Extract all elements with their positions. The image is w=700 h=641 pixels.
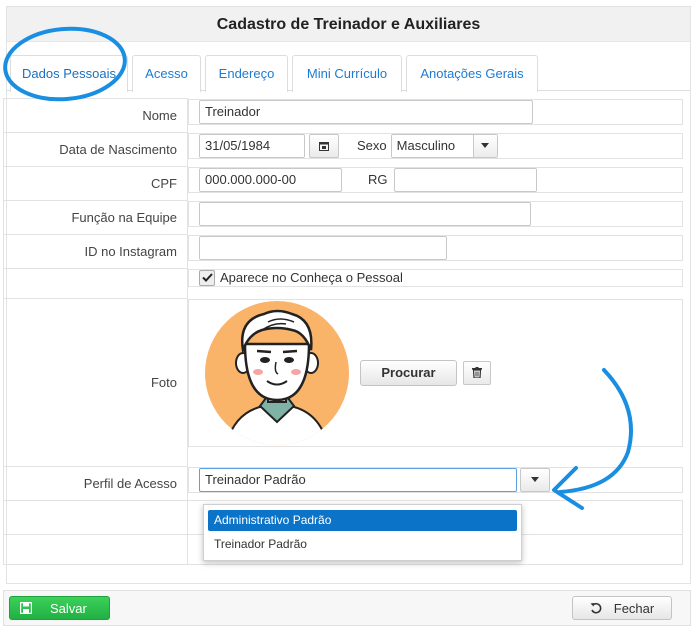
close-label: Fechar: [613, 600, 655, 616]
nome-input[interactable]: [199, 99, 533, 124]
save-label: Salvar: [50, 600, 87, 616]
perfil-option[interactable]: Treinador Padrão: [208, 534, 517, 555]
sexo-label: Sexo: [357, 138, 387, 153]
foto-label: Foto: [3, 298, 188, 467]
tab-anotacoes-gerais[interactable]: Anotações Gerais: [406, 55, 538, 92]
calendar-icon: [319, 141, 329, 151]
undo-icon: [590, 602, 602, 614]
aparece-checkbox[interactable]: [199, 269, 215, 286]
nascimento-label: Data de Nascimento: [3, 132, 188, 167]
instagram-input[interactable]: [199, 235, 447, 260]
floppy-disk-icon: [20, 602, 32, 614]
perfil-option[interactable]: Administrativo Padrão: [208, 510, 517, 531]
tab-dados-pessoais[interactable]: Dados Pessoais: [10, 55, 128, 92]
chevron-down-icon: [472, 134, 497, 157]
tab-bar: Dados Pessoais Acesso Endereço Mini Curr…: [7, 55, 690, 92]
sexo-value: Masculino: [396, 138, 456, 153]
tab-acesso[interactable]: Acesso: [132, 55, 201, 92]
perfil-dropdown-button[interactable]: [520, 467, 550, 492]
dialog-title: Cadastro de Treinador e Auxiliares: [7, 7, 690, 42]
procurar-button[interactable]: Procurar: [360, 359, 457, 386]
tab-endereco[interactable]: Endereço: [205, 55, 288, 92]
procurar-label: Procurar: [381, 365, 436, 380]
rg-label: RG: [368, 172, 388, 187]
delete-photo-button[interactable]: [463, 360, 491, 385]
perfil-options-list: Administrativo Padrão Treinador Padrão: [203, 504, 522, 561]
cpf-input[interactable]: [199, 167, 342, 192]
avatar: [205, 300, 349, 445]
funcao-input[interactable]: [199, 201, 531, 226]
instagram-label: ID no Instagram: [3, 234, 188, 269]
perfil-input[interactable]: [199, 467, 517, 492]
nome-label: Nome: [3, 98, 188, 133]
checkmark-icon: [201, 273, 213, 282]
close-button[interactable]: Fechar: [572, 596, 672, 620]
trash-icon: [472, 367, 482, 378]
aparece-label: Aparece no Conheça o Pessoal: [220, 270, 403, 285]
calendar-button[interactable]: [309, 133, 339, 158]
save-button[interactable]: Salvar: [9, 596, 110, 620]
rg-input[interactable]: [393, 167, 537, 192]
cpf-label: CPF: [3, 166, 188, 201]
tab-mini-curriculo[interactable]: Mini Currículo: [292, 55, 402, 92]
nascimento-input[interactable]: [199, 133, 305, 158]
chevron-down-icon: [531, 477, 539, 482]
personal-data-form: Nome Data de Nascimento Sexo Masculino C…: [3, 98, 683, 565]
footer-bar: Salvar Fechar: [3, 590, 691, 626]
funcao-label: Função na Equipe: [3, 200, 188, 235]
sexo-select[interactable]: Masculino: [390, 133, 498, 158]
perfil-label: Perfil de Acesso: [3, 466, 188, 501]
